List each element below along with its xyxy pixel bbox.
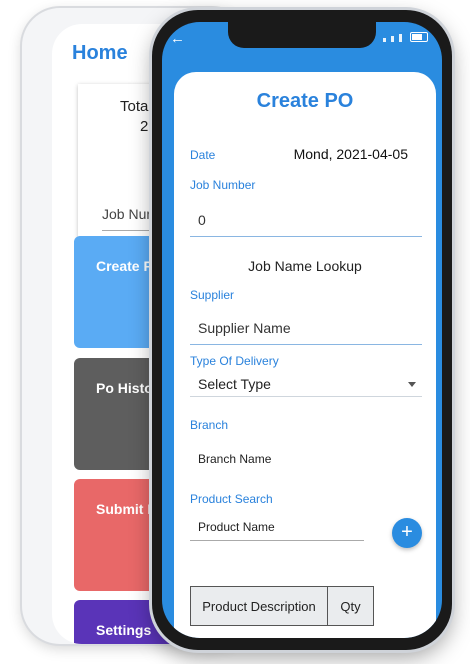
signal-icon [383, 38, 386, 42]
battery-icon [410, 32, 428, 42]
qty-header: Qty [327, 586, 374, 626]
delivery-type-label: Type Of Delivery [190, 354, 279, 368]
create-po-form: Create PO Date Mond, 2021-04-05 Job Numb… [174, 72, 436, 638]
create-po-screen: ← Create PO Date Mond, 2021-04-05 Job Nu… [162, 22, 442, 638]
back-arrow-icon[interactable]: ← [170, 30, 185, 47]
product-search-label: Product Search [190, 492, 273, 506]
status-bar [383, 32, 428, 42]
branch-label: Branch [190, 418, 229, 432]
product-search-field[interactable]: Product Name [190, 518, 364, 541]
phone-notch [228, 22, 376, 48]
supplier-field[interactable]: Supplier Name [190, 308, 422, 345]
job-number-label: Job Number [190, 178, 256, 192]
delivery-type-placeholder: Select Type [198, 376, 271, 392]
page-title: Create PO [256, 90, 354, 112]
job-name-lookup[interactable]: Job Name Lookup [174, 258, 436, 274]
delivery-type-select[interactable]: Select Type [190, 368, 422, 397]
settings-tile-label: Settings [96, 622, 152, 638]
signal-bar [391, 36, 394, 42]
job-number-field[interactable]: 0 [190, 198, 422, 237]
add-product-button[interactable]: + [392, 518, 422, 548]
job-number-value: 0 [198, 212, 206, 228]
date-label: Date [190, 148, 216, 162]
signal-bar [399, 34, 402, 42]
product-description-header: Product Description [190, 586, 328, 626]
product-placeholder: Product Name [198, 520, 275, 534]
caret-down-icon [408, 382, 416, 387]
front-phone: ← Create PO Date Mond, 2021-04-05 Job Nu… [152, 10, 452, 650]
date-value[interactable]: Mond, 2021-04-05 [294, 146, 408, 162]
home-title: Home [72, 42, 128, 64]
supplier-label: Supplier [190, 288, 235, 302]
supplier-placeholder: Supplier Name [198, 320, 291, 336]
branch-field[interactable]: Branch Name [198, 452, 271, 466]
